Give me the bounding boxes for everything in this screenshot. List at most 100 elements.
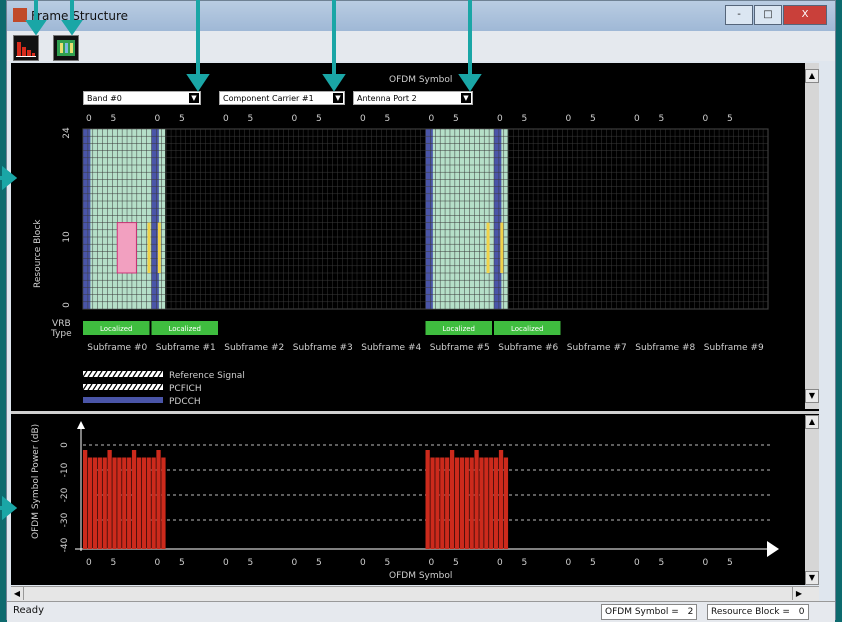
yellow-block: [147, 222, 151, 273]
y-axis-arrow: [77, 421, 85, 429]
power-x-tick: 5: [316, 558, 322, 568]
resource-block-label: Resource Block: [33, 219, 43, 288]
window-title: Frame Structure: [31, 9, 129, 23]
app-icon: [13, 8, 27, 22]
scroll-right-icon[interactable]: ▶: [792, 587, 805, 600]
power-bar: [156, 450, 161, 549]
x-tick-label: 5: [247, 114, 253, 124]
bar-chart-icon[interactable]: [13, 35, 39, 61]
scroll-up-icon[interactable]: ▲: [805, 69, 819, 83]
splitter[interactable]: [11, 411, 819, 414]
resource-block-readout-value: 0: [798, 607, 805, 617]
ofdm-symbol-label: OFDM Symbol =: [605, 607, 679, 617]
y-tick-label: 0: [62, 302, 72, 308]
minimize-button[interactable]: -: [725, 5, 753, 25]
subframe-label: Subframe #0: [87, 343, 147, 353]
x-tick-label: 5: [316, 114, 322, 124]
table-icon[interactable]: [53, 35, 79, 61]
chevron-down-icon[interactable]: ▼: [333, 93, 343, 103]
legend-label: PCFICH: [169, 384, 202, 394]
x-tick-label: 5: [453, 114, 459, 124]
yellow-block: [500, 222, 504, 273]
power-y-tick: -10: [60, 462, 70, 477]
power-x-tick: 0: [360, 558, 366, 568]
component-carrier-dropdown[interactable]: Component Carrier #1 ▼: [219, 91, 345, 105]
type-label: Type: [51, 329, 72, 339]
component-carrier-dropdown-value: Component Carrier #1: [223, 94, 314, 103]
power-x-tick: 5: [179, 558, 185, 568]
x-tick-label: 0: [292, 114, 298, 124]
power-x-tick: 0: [703, 558, 709, 568]
power-bar: [435, 457, 440, 549]
power-y-tick: 0: [60, 442, 70, 448]
status-bar: Ready OFDM Symbol = 2 Resource Block = 0: [7, 601, 835, 622]
legend-label: PDCCH: [169, 397, 201, 407]
power-bar: [136, 457, 142, 549]
chevron-down-icon[interactable]: ▼: [189, 93, 199, 103]
power-x-tick: 5: [658, 558, 664, 568]
power-bar: [107, 450, 112, 549]
upper-vertical-scrollbar[interactable]: ▲ ▼: [805, 63, 819, 409]
scroll-down-icon[interactable]: ▼: [805, 389, 819, 403]
lower-vertical-scrollbar[interactable]: ▲ ▼: [805, 415, 819, 585]
frame-structure-window: Frame Structure - □ X 0 5 0 5 0 5 0 5 0 5 0 5 0 5 0 5 0 5…: [6, 0, 836, 622]
power-x-tick: 0: [566, 558, 572, 568]
power-bar: [425, 450, 430, 549]
yellow-block: [157, 222, 161, 273]
chevron-down-icon[interactable]: ▼: [461, 93, 471, 103]
pdcch-region: [494, 129, 502, 309]
power-x-tick: 0: [634, 558, 640, 568]
maximize-button[interactable]: □: [754, 5, 782, 25]
scroll-up-icon[interactable]: ▲: [805, 415, 819, 429]
pdcch-region: [425, 129, 433, 309]
x-tick-label: 5: [384, 114, 390, 124]
power-bar: [445, 457, 450, 549]
x-tick-label: 0: [155, 114, 161, 124]
power-bar: [464, 457, 469, 549]
power-bar: [161, 457, 166, 549]
horizontal-scrollbar[interactable]: ◀ ▶: [11, 586, 819, 601]
pdcch-region: [83, 129, 91, 309]
resource-block-readout-label: Resource Block =: [711, 607, 790, 617]
power-bar: [479, 457, 484, 549]
x-tick-label: 5: [521, 114, 527, 124]
title-bar[interactable]: Frame Structure - □ X: [7, 1, 835, 31]
x-tick-label: 0: [360, 114, 366, 124]
power-bar: [127, 457, 132, 549]
power-x-tick: 5: [384, 558, 390, 568]
localized-tag-label: Localized: [168, 325, 201, 333]
resource-block-readout: Resource Block = 0: [707, 604, 809, 620]
subframe-label: Subframe #3: [293, 343, 353, 353]
power-bar: [503, 457, 509, 549]
subframe-label: Subframe #9: [704, 343, 764, 353]
x-tick-label: 0: [634, 114, 640, 124]
plot-area: 0 5 0 5 0 5 0 5 0 5 0 5 0 5 0 5 0 5 0 5 24 10 0 Localized Locali…: [11, 63, 819, 585]
power-y-tick: -30: [60, 512, 70, 527]
power-bar: [430, 457, 435, 549]
power-x-tick: 0: [292, 558, 298, 568]
antenna-port-dropdown[interactable]: Antenna Port 2 ▼: [353, 91, 473, 105]
power-bar: [494, 457, 499, 549]
band-dropdown[interactable]: Band #0 ▼: [83, 91, 201, 105]
x-tick-label: 0: [429, 114, 435, 124]
x-tick-label: 0: [86, 114, 92, 124]
vrb-label: VRB: [52, 319, 71, 329]
power-bar: [459, 457, 465, 549]
power-bar: [146, 457, 151, 549]
close-button[interactable]: X: [783, 5, 827, 25]
power-bar: [87, 457, 93, 549]
antenna-port-dropdown-value: Antenna Port 2: [357, 94, 417, 103]
upper-axis-title: OFDM Symbol: [389, 75, 453, 85]
power-bar: [151, 457, 156, 549]
scroll-left-icon[interactable]: ◀: [11, 587, 24, 600]
yellow-block: [486, 222, 490, 273]
vrb-type-label: VRB Type: [51, 319, 72, 339]
x-tick-label: 5: [179, 114, 185, 124]
power-bar: [97, 457, 102, 549]
power-x-tick: 5: [453, 558, 459, 568]
x-tick-label: 0: [703, 114, 709, 124]
power-bar: [484, 457, 489, 549]
scroll-down-icon[interactable]: ▼: [805, 571, 819, 585]
lower-plot: 0 -10 -20 -30 -40 0 5 0 5 0 5 0 5 0 5 0 5 0 5 0 5 0 5 0 5: [60, 421, 779, 568]
legend-label: Reference Signal: [169, 371, 245, 381]
